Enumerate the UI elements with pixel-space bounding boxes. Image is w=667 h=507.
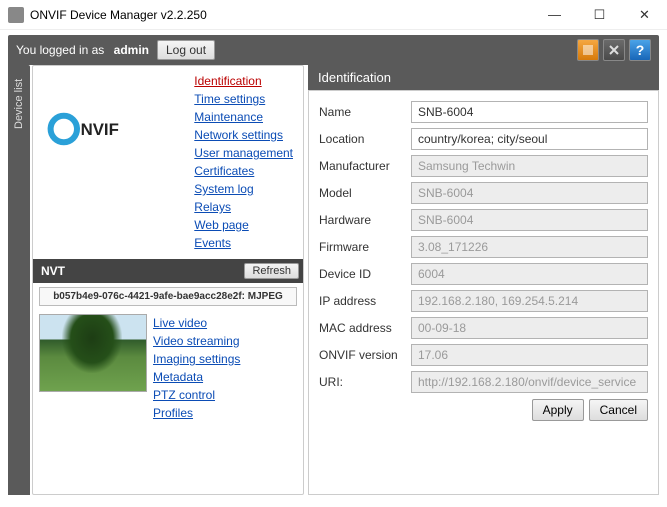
nav-certificates[interactable]: Certificates [194,162,293,180]
right-panel: Identification Name Location Manufacture… [308,65,659,495]
video-thumbnail[interactable] [39,314,147,392]
minimize-button[interactable]: — [532,0,577,30]
lbl-ip-address: IP address [319,294,411,308]
lbl-model: Model [319,186,411,200]
link-live-video[interactable]: Live video [153,314,240,332]
login-user: admin [114,43,149,57]
cancel-button[interactable]: Cancel [589,399,648,421]
lbl-device-id: Device ID [319,267,411,281]
nvt-label: NVT [41,264,65,278]
nav-maintenance[interactable]: Maintenance [194,108,293,126]
lbl-firmware: Firmware [319,240,411,254]
app-icon [8,7,24,23]
link-imaging-settings[interactable]: Imaging settings [153,350,240,368]
app-settings-icon[interactable] [577,39,599,61]
maximize-button[interactable]: ☐ [577,0,622,30]
nav-system-log[interactable]: System log [194,180,293,198]
input-device-id [411,263,648,285]
input-model [411,182,648,204]
refresh-button[interactable]: Refresh [244,263,299,279]
nav-time-settings[interactable]: Time settings [194,90,293,108]
help-icon[interactable]: ? [629,39,651,61]
link-video-streaming[interactable]: Video streaming [153,332,240,350]
nav-network-settings[interactable]: Network settings [194,126,293,144]
window-title: ONVIF Device Manager v2.2.250 [30,8,532,22]
nav-web-page[interactable]: Web page [194,216,293,234]
nav-identification[interactable]: Identification [194,72,293,90]
stream-links: Live video Video streaming Imaging setti… [153,314,240,422]
input-onvif-version [411,344,648,366]
left-panel: NVIF Identification Time settings Mainte… [32,65,304,495]
svg-text:NVIF: NVIF [81,120,119,139]
nav-links: Identification Time settings Maintenance… [194,72,293,252]
lbl-name: Name [319,105,411,119]
link-metadata[interactable]: Metadata [153,368,240,386]
input-mac-address [411,317,648,339]
tab-device-list[interactable]: Device list [10,73,28,135]
link-ptz-control[interactable]: PTZ control [153,386,240,404]
input-name[interactable] [411,101,648,123]
nav-user-management[interactable]: User management [194,144,293,162]
input-manufacturer [411,155,648,177]
input-uri [411,371,648,393]
lbl-manufacturer: Manufacturer [319,159,411,173]
lbl-hardware: Hardware [319,213,411,227]
lbl-uri: URI: [319,375,411,389]
tools-icon[interactable] [603,39,625,61]
nav-events[interactable]: Events [194,234,293,252]
nav-relays[interactable]: Relays [194,198,293,216]
lbl-onvif-version: ONVIF version [319,348,411,362]
logout-button[interactable]: Log out [157,40,215,60]
lbl-location: Location [319,132,411,146]
input-ip-address [411,290,648,312]
input-firmware [411,236,648,258]
lbl-mac-address: MAC address [319,321,411,335]
apply-button[interactable]: Apply [532,399,584,421]
input-location[interactable] [411,128,648,150]
side-tabs: Device list [8,65,30,495]
input-hardware [411,209,648,231]
onvif-logo: NVIF [47,111,167,147]
close-button[interactable]: ✕ [622,0,667,30]
login-prefix: You logged in as [16,43,104,57]
panel-header: Identification [308,65,659,90]
device-id-box[interactable]: b057b4e9-076c-4421-9afe-bae9acc28e2f: MJ… [39,287,297,306]
link-profiles[interactable]: Profiles [153,404,240,422]
